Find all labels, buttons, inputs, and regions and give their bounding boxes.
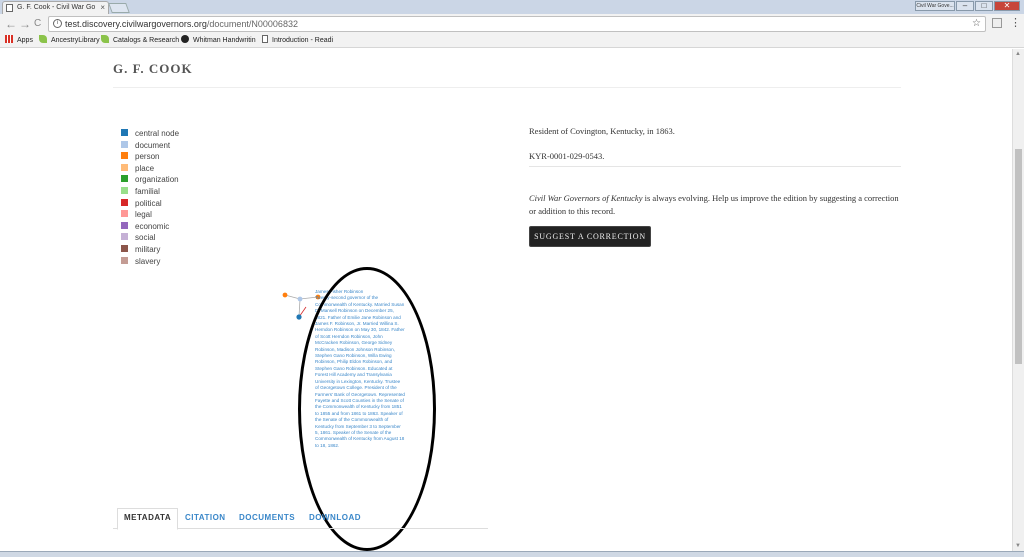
resident-text: Resident of Covington, Kentucky, in 1863… <box>529 126 675 136</box>
reload-icon[interactable]: C <box>34 16 41 32</box>
legend-item-organization: organization <box>121 175 179 187</box>
page-title: G. F. COOK <box>113 61 193 76</box>
legend-label: social <box>135 233 156 243</box>
legend-label: legal <box>135 210 152 220</box>
network-legend: central node document person place organ… <box>121 129 179 268</box>
bookmark-ancestrylibrary[interactable]: AncestryLibrary <box>39 34 100 47</box>
url-path: /document/N00006832 <box>206 19 298 29</box>
legend-swatch <box>121 140 128 148</box>
page-icon <box>262 35 268 43</box>
window-label: Civil War Gove... <box>915 1 955 11</box>
legend-swatch <box>121 163 128 171</box>
graph-node-central[interactable] <box>296 314 302 320</box>
bookmark-apps[interactable]: Apps <box>5 34 33 47</box>
new-tab-button[interactable] <box>108 3 130 13</box>
legend-item-document: document <box>121 140 179 153</box>
legend-label: economic <box>135 221 170 231</box>
graph-node-person[interactable] <box>282 292 288 298</box>
browser-toolbar: ← → C i test.discovery.civilwargovernors… <box>0 14 1024 34</box>
legend-swatch <box>121 233 128 241</box>
divider <box>113 87 901 88</box>
tab-close-icon[interactable]: × <box>100 2 105 14</box>
legend-swatch <box>121 221 128 229</box>
legend-label: political <box>135 198 162 208</box>
legend-swatch <box>121 256 128 264</box>
minimize-button[interactable]: – <box>956 1 974 11</box>
browser-tab[interactable]: G. F. Cook - Civil War Go × <box>2 1 109 14</box>
bookmark-label: Catalogs & Research <box>113 37 180 44</box>
legend-item-central-node: central node <box>121 129 179 141</box>
address-bar[interactable]: i test.discovery.civilwargovernors.org/d… <box>48 16 986 32</box>
legend-label: person <box>135 152 160 162</box>
legend-swatch <box>121 198 128 206</box>
window-controls: Civil War Gove... – □ ✕ <box>915 1 1020 11</box>
page-content: G. F. COOK central node document person … <box>0 49 1012 551</box>
apps-grid-icon <box>5 35 13 43</box>
leaf-icon <box>101 35 109 43</box>
extension-icon[interactable] <box>992 18 1002 28</box>
edition-notice: Civil War Governors of Kentucky is alway… <box>529 192 899 218</box>
bookmarks-bar: Apps AncestryLibrary Catalogs & Research… <box>0 34 1024 48</box>
scrollbar-thumb[interactable] <box>1015 149 1022 364</box>
legend-label: military <box>135 244 161 254</box>
back-arrow-icon[interactable]: ← <box>5 16 17 32</box>
browser-title-bar: G. F. Cook - Civil War Go × Civil War Go… <box>0 0 1024 14</box>
legend-swatch <box>121 186 128 194</box>
bookmark-whitman-handwriting[interactable]: Whitman Handwritin <box>181 34 256 47</box>
tab-documents[interactable]: DOCUMENTS <box>239 512 295 523</box>
maximize-button[interactable]: □ <box>975 1 993 11</box>
divider <box>529 166 901 167</box>
scroll-down-icon[interactable]: ▼ <box>1015 543 1021 549</box>
os-taskbar <box>0 551 1024 557</box>
bookmark-label: Whitman Handwritin <box>193 37 256 44</box>
tab-metadata[interactable]: METADATA <box>117 508 179 530</box>
forward-arrow-icon[interactable]: → <box>19 16 31 32</box>
legend-item-economic: economic <box>121 221 179 234</box>
leaf-icon <box>39 35 47 43</box>
legend-swatch <box>121 129 128 136</box>
bookmark-introduction-reading[interactable]: Introduction - Readi <box>262 34 333 47</box>
bookmark-star-icon[interactable]: ☆ <box>972 17 981 31</box>
legend-label: document <box>135 140 171 150</box>
bookmark-label: Apps <box>17 37 33 44</box>
suggest-correction-button[interactable]: SUGGEST A CORRECTION <box>529 226 651 247</box>
info-icon[interactable]: i <box>53 19 62 28</box>
record-id: KYR-0001-029-0543. <box>529 151 605 161</box>
browser-menu-icon[interactable]: ⋮ <box>1010 16 1021 29</box>
legend-item-military: military <box>121 244 179 257</box>
legend-label: slavery <box>135 256 161 266</box>
github-icon <box>181 35 189 43</box>
legend-item-political: political <box>121 198 179 211</box>
page-favicon-icon <box>6 4 13 12</box>
bookmark-label: Introduction - Readi <box>272 37 334 44</box>
legend-item-legal: legal <box>121 210 179 222</box>
legend-label: familial <box>135 186 160 196</box>
legend-item-slavery: slavery <box>121 256 179 269</box>
legend-label: central node <box>135 129 180 138</box>
legend-swatch <box>121 175 128 183</box>
legend-swatch <box>121 210 128 218</box>
url-host: test.discovery.civilwargovernors.org <box>65 19 207 29</box>
edition-name: Civil War Governors of Kentucky <box>529 193 643 203</box>
scroll-up-icon[interactable]: ▲ <box>1015 51 1021 57</box>
legend-label: organization <box>135 175 179 185</box>
graph-node-document[interactable] <box>297 296 303 302</box>
legend-item-place: place <box>121 163 179 176</box>
window-close-button[interactable]: ✕ <box>994 1 1020 11</box>
tab-title: G. F. Cook - Civil War Go <box>17 4 96 11</box>
record-tabs: METADATA CITATION DOCUMENTS DOWNLOAD <box>113 508 488 530</box>
tab-citation[interactable]: CITATION <box>185 512 226 523</box>
vertical-scrollbar[interactable]: ▲ ▼ <box>1012 49 1024 551</box>
legend-item-person: person <box>121 152 179 164</box>
legend-label: place <box>135 163 155 173</box>
legend-swatch <box>121 152 128 160</box>
legend-swatch <box>121 244 128 252</box>
legend-item-familial: familial <box>121 186 179 199</box>
legend-item-social: social <box>121 233 179 245</box>
bookmark-catalogs-research[interactable]: Catalogs & Research <box>101 34 179 47</box>
graph-edge <box>298 298 301 318</box>
bookmark-label: AncestryLibrary <box>51 37 100 44</box>
tab-download[interactable]: DOWNLOAD <box>309 512 361 523</box>
